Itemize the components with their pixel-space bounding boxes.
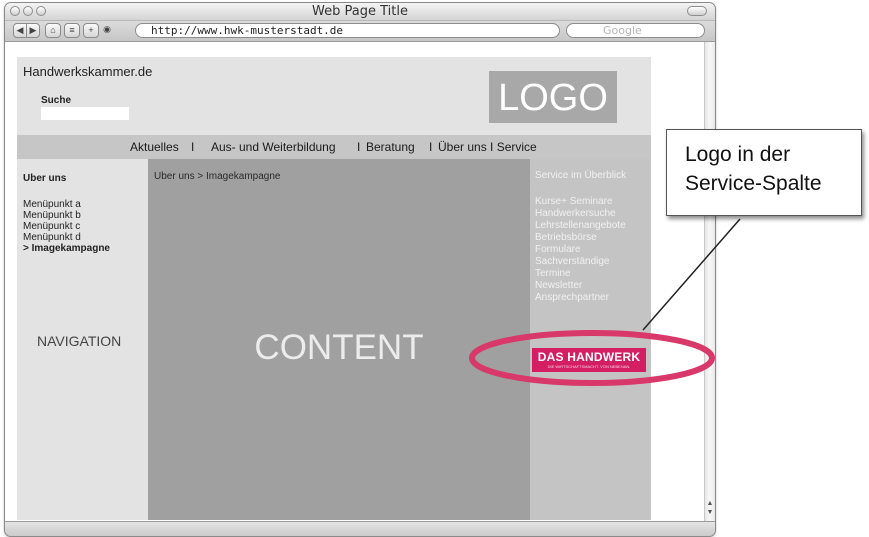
annotation-callout: Logo in der Service-Spalte — [666, 129, 862, 216]
highlight-ellipse — [469, 330, 715, 386]
callout-pointer-line — [642, 218, 741, 331]
callout-text-line-2: Service-Spalte — [685, 172, 822, 195]
callout-text-line-1: Logo in der — [685, 143, 791, 166]
annotation-overlay — [469, 218, 741, 386]
